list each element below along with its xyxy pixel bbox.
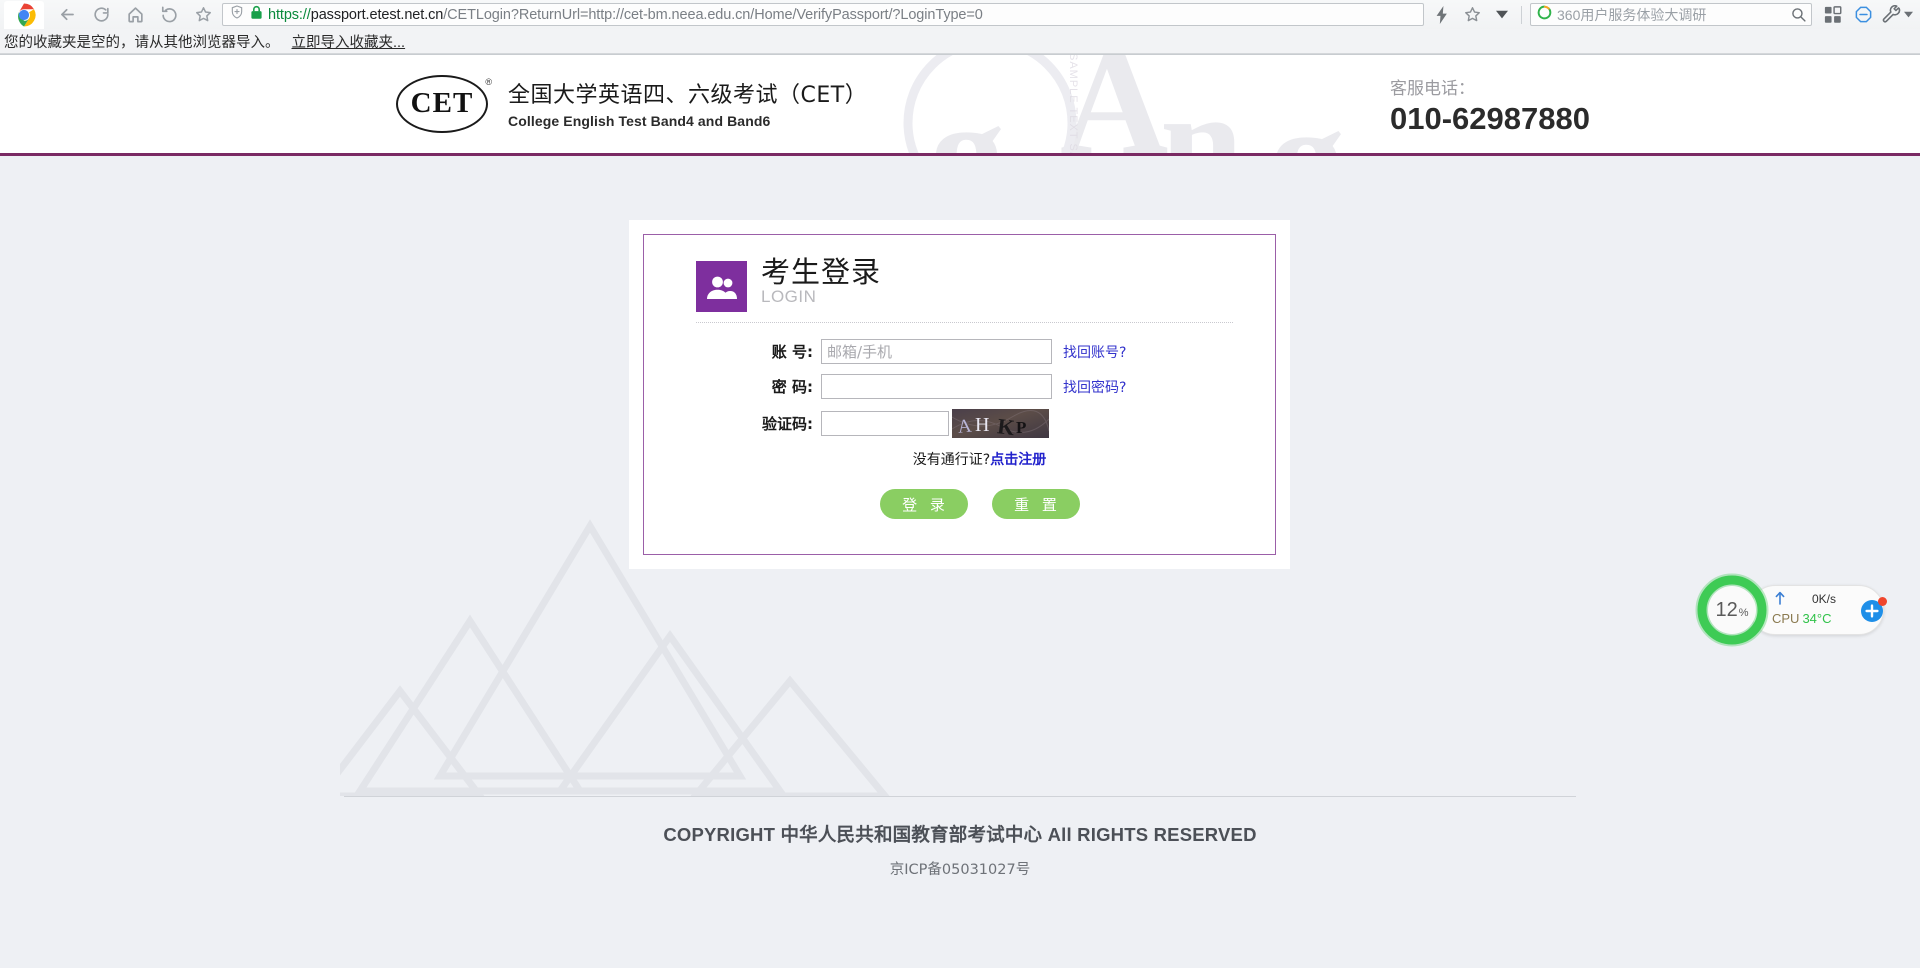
address-bar[interactable]: https://passport.etest.net.cn/CETLogin?R… bbox=[222, 3, 1424, 26]
svg-text:K: K bbox=[996, 413, 1016, 438]
icp-text: 京ICP备05031027号 bbox=[0, 858, 1920, 879]
reload-button[interactable] bbox=[84, 2, 118, 28]
home-button[interactable] bbox=[118, 2, 152, 28]
cpu-usage-percent: 12% bbox=[1694, 572, 1770, 648]
cet-title-en: College English Test Band4 and Band6 bbox=[508, 113, 867, 129]
footer-divider bbox=[344, 796, 1576, 797]
captcha-row: 验证码: bbox=[644, 409, 1275, 438]
cet-logo[interactable]: CET ® 全国大学英语四、六级考试（CET） College English … bbox=[396, 75, 867, 137]
register-prefix: 没有通行证? bbox=[913, 452, 990, 468]
cet-logo-text: CET bbox=[396, 75, 488, 133]
svg-text:H: H bbox=[975, 414, 989, 436]
cet-title-cn: 全国大学英语四、六级考试（CET） bbox=[508, 82, 867, 110]
svg-text:A: A bbox=[957, 415, 973, 437]
page-content: A n g g SAMPLE TEXT SA CET ® 全国大学英语四、六级考… bbox=[0, 55, 1920, 971]
url-host: passport.etest.net.cn bbox=[311, 7, 444, 23]
register-row: 没有通行证?点击注册 bbox=[644, 449, 1275, 469]
cpu-monitor-widget[interactable]: 12% 0K/s CPU34°C bbox=[1694, 572, 1898, 648]
chevron-down-icon[interactable] bbox=[1487, 2, 1517, 28]
find-password-link[interactable]: 找回密码? bbox=[1063, 377, 1126, 397]
login-form: 账 号: 找回账号? 密 码: 找回密码? 验证码: bbox=[644, 323, 1275, 519]
password-input[interactable] bbox=[821, 374, 1052, 399]
block-ads-icon[interactable] bbox=[1848, 2, 1878, 28]
site-header: A n g g SAMPLE TEXT SA CET ® 全国大学英语四、六级考… bbox=[0, 55, 1920, 156]
wrench-icon[interactable] bbox=[1878, 2, 1916, 28]
service-phone-label: 客服电话： bbox=[1390, 74, 1590, 99]
login-reset-button[interactable]: 重 置 bbox=[992, 489, 1080, 519]
search-icon[interactable] bbox=[1790, 6, 1807, 23]
search-input[interactable]: 360用户服务体验大调研 bbox=[1557, 5, 1790, 25]
copyright-text: COPYRIGHT 中华人民共和国教育部考试中心 All RIGHTS RESE… bbox=[0, 821, 1920, 847]
password-label: 密 码: bbox=[747, 376, 813, 397]
network-speed: 0K/s bbox=[1812, 592, 1836, 606]
find-account-link[interactable]: 找回账号? bbox=[1063, 342, 1126, 362]
browser-toolbar: https://passport.etest.net.cn/CETLogin?R… bbox=[0, 0, 1920, 29]
bookmarks-empty-text: 您的收藏夹是空的，请从其他浏览器导入。 bbox=[4, 31, 280, 52]
account-row: 账 号: 找回账号? bbox=[644, 339, 1275, 364]
star-icon[interactable] bbox=[1457, 2, 1487, 28]
browser-logo-icon bbox=[4, 1, 44, 29]
captcha-input[interactable] bbox=[821, 411, 949, 436]
header-inner: CET ® 全国大学英语四、六级考试（CET） College English … bbox=[330, 55, 1590, 156]
percent-sign: % bbox=[1739, 607, 1749, 619]
captcha-label: 验证码: bbox=[747, 413, 813, 434]
url-path: /CETLogin?ReturnUrl=http://cet-bm.neea.e… bbox=[443, 7, 982, 23]
cpu-temp-value: 34°C bbox=[1802, 611, 1831, 626]
search-box[interactable]: 360用户服务体验大调研 bbox=[1530, 3, 1812, 26]
site-footer: COPYRIGHT 中华人民共和国教育部考试中心 All RIGHTS RESE… bbox=[0, 796, 1920, 968]
cpu-usage-value: 12 bbox=[1715, 599, 1737, 622]
cpu-temperature: CPU34°C bbox=[1772, 611, 1832, 626]
cet-oval-logo-icon: CET ® bbox=[396, 75, 492, 137]
import-bookmarks-link[interactable]: 立即导入收藏夹... bbox=[292, 31, 406, 52]
lightning-icon[interactable] bbox=[1427, 2, 1457, 28]
notification-dot bbox=[1878, 597, 1887, 606]
360-icon bbox=[1537, 5, 1552, 25]
shield-icon[interactable] bbox=[229, 4, 245, 25]
bookmark-star-button[interactable] bbox=[186, 2, 220, 28]
browser-chrome: https://passport.etest.net.cn/CETLogin?R… bbox=[0, 0, 1920, 55]
users-icon bbox=[696, 261, 747, 312]
login-title-en: LOGIN bbox=[761, 287, 881, 307]
toolbar-divider bbox=[1521, 6, 1522, 24]
service-phone-block: 客服电话： 010-62987880 bbox=[1390, 74, 1590, 137]
login-panel-outer: 考生登录 LOGIN 账 号: 找回账号? 密 码: 找回密码? bbox=[629, 220, 1290, 569]
password-row: 密 码: 找回密码? bbox=[644, 374, 1275, 399]
lock-icon bbox=[250, 5, 263, 25]
back-button[interactable] bbox=[50, 2, 84, 28]
site-body: 考生登录 LOGIN 账 号: 找回账号? 密 码: 找回密码? bbox=[0, 156, 1920, 796]
login-panel: 考生登录 LOGIN 账 号: 找回账号? 密 码: 找回密码? bbox=[643, 234, 1276, 555]
registered-mark: ® bbox=[485, 77, 492, 87]
url-text: https://passport.etest.net.cn/CETLogin?R… bbox=[268, 7, 983, 23]
login-title-wrap: 考生登录 LOGIN bbox=[761, 257, 881, 307]
register-link[interactable]: 点击注册 bbox=[990, 452, 1046, 468]
captcha-image[interactable]: A H K P bbox=[952, 409, 1049, 438]
login-buttons: 登 录 重 置 bbox=[644, 489, 1275, 519]
cpu-label: CPU bbox=[1772, 611, 1799, 626]
bookmarks-bar: 您的收藏夹是空的，请从其他浏览器导入。 立即导入收藏夹... bbox=[0, 29, 1920, 54]
account-label: 账 号: bbox=[747, 341, 813, 362]
cet-titles: 全国大学英语四、六级考试（CET） College English Test B… bbox=[508, 82, 867, 129]
svg-text:P: P bbox=[1016, 418, 1026, 437]
login-submit-button[interactable]: 登 录 bbox=[880, 489, 968, 519]
grid-apps-icon[interactable] bbox=[1818, 2, 1848, 28]
login-title-cn: 考生登录 bbox=[761, 257, 881, 289]
login-header: 考生登录 LOGIN bbox=[644, 235, 1275, 312]
undo-button[interactable] bbox=[152, 2, 186, 28]
service-phone-number: 010-62987880 bbox=[1390, 101, 1590, 137]
account-input[interactable] bbox=[821, 339, 1052, 364]
upload-arrow-icon bbox=[1775, 591, 1785, 610]
url-scheme: https:// bbox=[268, 7, 311, 23]
